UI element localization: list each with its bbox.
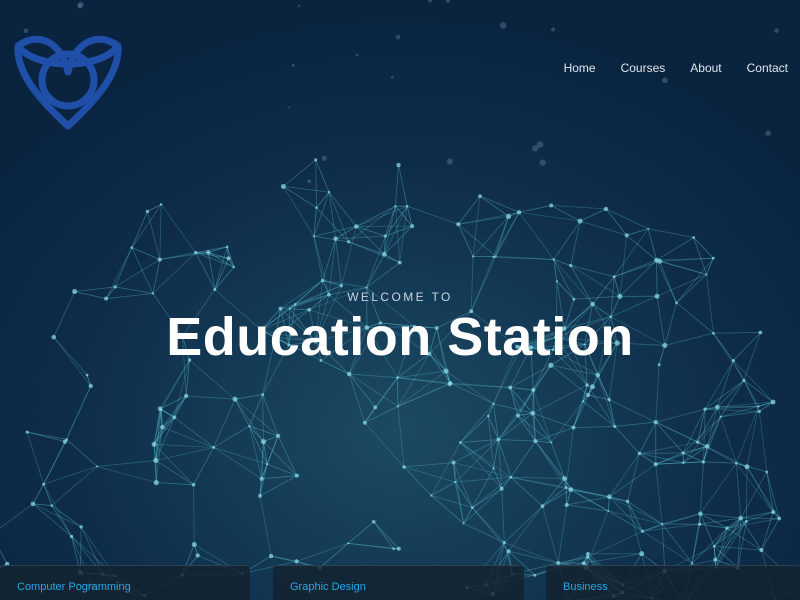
course-card-graphic-design[interactable]: Graphic Design (273, 565, 524, 600)
course-card-label: Computer Pogramming (17, 581, 131, 593)
course-card-label: Graphic Design (290, 581, 366, 593)
hero-title: Education Station (166, 307, 634, 367)
nav-about-link[interactable]: About (690, 61, 721, 75)
course-cards: Computer Pogramming Graphic Design Busin… (0, 565, 800, 600)
nav-courses-link[interactable]: Courses (621, 61, 666, 75)
course-card-label: Business (563, 581, 608, 593)
nav-contact-link[interactable]: Contact (747, 61, 788, 75)
hero-section: Home Courses About Contact WELCOME TO Ed… (0, 0, 800, 600)
main-nav: Home Courses About Contact (539, 61, 788, 75)
course-card-programming[interactable]: Computer Pogramming (0, 565, 250, 600)
celtic-triquetra-logo-icon[interactable] (12, 22, 124, 130)
course-card-business[interactable]: Business (546, 565, 800, 600)
nav-home-link[interactable]: Home (564, 61, 596, 75)
hero-eyebrow: WELCOME TO (347, 290, 453, 304)
